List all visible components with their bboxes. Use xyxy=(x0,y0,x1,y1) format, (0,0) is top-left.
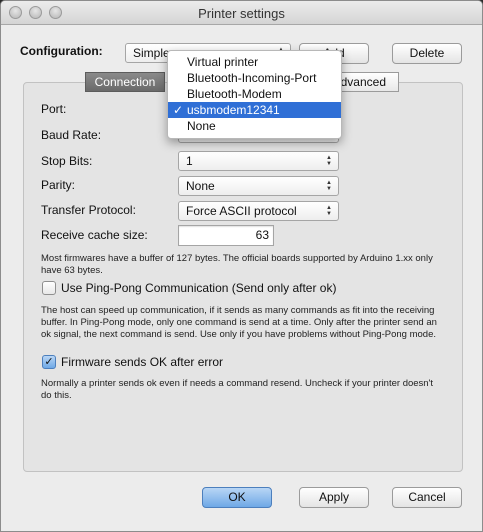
printer-settings-window: Printer settings Configuration: Simple ▲… xyxy=(0,0,483,532)
ping-pong-checkbox[interactable] xyxy=(42,281,56,295)
parity-value: None xyxy=(186,179,215,193)
window-title: Printer settings xyxy=(198,6,285,21)
ok-after-error-note: Normally a printer sends ok even if need… xyxy=(41,378,434,401)
ok-after-error-checkbox[interactable]: ✓ xyxy=(42,355,56,369)
updown-arrows-icon: ▲▼ xyxy=(326,205,332,217)
receive-cache-label: Receive cache size: xyxy=(41,228,148,242)
menu-item-none[interactable]: None xyxy=(168,118,341,134)
stop-bits-label: Stop Bits: xyxy=(41,154,93,168)
title-bar: Printer settings xyxy=(1,1,482,25)
configuration-value: Simple xyxy=(133,46,170,60)
transfer-protocol-label: Transfer Protocol: xyxy=(41,203,136,217)
updown-arrows-icon: ▲▼ xyxy=(326,155,332,167)
menu-item-bluetooth-modem[interactable]: Bluetooth-Modem xyxy=(168,86,341,102)
checkmark-icon: ✓ xyxy=(44,356,54,368)
ok-button[interactable]: OK xyxy=(202,487,272,508)
menu-item-bluetooth-incoming-port[interactable]: Bluetooth-Incoming-Port xyxy=(168,70,341,86)
checkmark-icon: ✓ xyxy=(173,103,184,117)
port-dropdown-menu: Virtual printer Bluetooth-Incoming-Port … xyxy=(167,50,342,139)
transfer-protocol-value: Force ASCII protocol xyxy=(186,204,297,218)
ok-after-error-label: Firmware sends OK after error xyxy=(61,355,224,369)
parity-label: Parity: xyxy=(41,178,76,192)
configuration-label: Configuration: xyxy=(20,44,103,58)
baud-rate-label: Baud Rate: xyxy=(41,128,102,142)
stop-bits-popup[interactable]: 1 ▲ ▼ xyxy=(178,151,339,171)
cancel-button[interactable]: Cancel xyxy=(392,487,462,508)
cache-note: Most firmwares have a buffer of 127 byte… xyxy=(41,253,433,276)
menu-item-virtual-printer[interactable]: Virtual printer xyxy=(168,54,341,70)
menu-item-usbmodem12341[interactable]: ✓ usbmodem12341 xyxy=(168,102,341,118)
stop-bits-value: 1 xyxy=(186,154,193,168)
parity-popup[interactable]: None ▲ ▼ xyxy=(178,176,339,196)
port-label: Port: xyxy=(41,102,67,116)
apply-button[interactable]: Apply xyxy=(299,487,369,508)
tab-connection[interactable]: Connection xyxy=(85,72,165,92)
transfer-protocol-popup[interactable]: Force ASCII protocol ▲ ▼ xyxy=(178,201,339,221)
delete-configuration-button[interactable]: Delete xyxy=(392,43,462,64)
receive-cache-field[interactable]: 63 xyxy=(178,225,274,246)
ping-pong-note: The host can speed up communication, if … xyxy=(41,305,437,340)
ping-pong-label: Use Ping-Pong Communication (Send only a… xyxy=(61,281,337,295)
updown-arrows-icon: ▲▼ xyxy=(326,180,332,192)
